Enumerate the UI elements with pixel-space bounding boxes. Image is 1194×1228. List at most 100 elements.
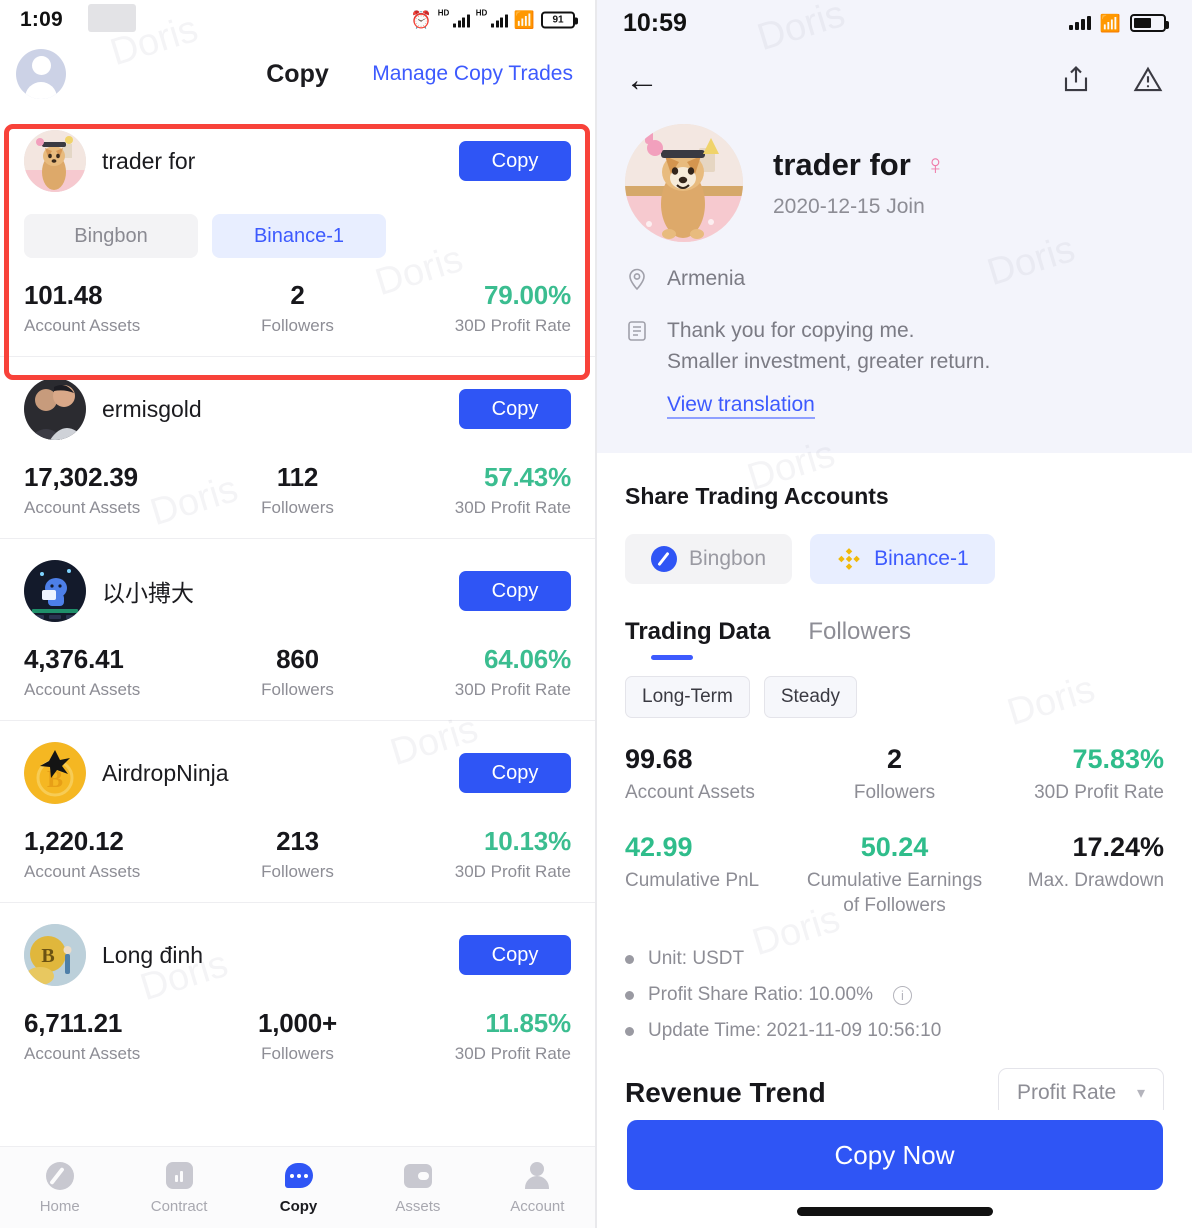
tab-assets[interactable]: Assets [358, 1161, 477, 1215]
chart-bars-icon [164, 1161, 194, 1191]
stat-followers: 1,000+ Followers [206, 1008, 388, 1064]
warning-triangle-icon[interactable] [1132, 64, 1164, 96]
account-chip-bingbon[interactable]: Bingbon [625, 534, 793, 585]
account-chips: Bingbon Binance-1 [24, 214, 571, 258]
stat-label: Followers [261, 498, 334, 517]
trader-avatar [24, 130, 86, 192]
metric-value: 99.68 [625, 744, 693, 775]
bullet-unit: Unit: USDT [625, 948, 1164, 970]
stat-label: 30D Profit Rate [454, 498, 571, 517]
profile-head: trader for ♀ 2020-12-15 Join [625, 124, 1164, 242]
revenue-trend-title: Revenue Trend [625, 1077, 826, 1109]
trader-stats: 4,376.41 Account Assets 860 Followers 64… [24, 644, 571, 700]
binance-logo-icon [836, 546, 862, 572]
tab-contract[interactable]: Contract [119, 1161, 238, 1215]
trader-avatar: B [24, 742, 86, 804]
battery-icon [1130, 14, 1169, 32]
trader-card[interactable]: B AirdropNinja Copy 1,220.12 Account Ass… [0, 720, 595, 902]
metric-label: Cumulative Earnings of Followers [806, 870, 983, 916]
info-bullets: Unit: USDT Profit Share Ratio: 10.00% i … [625, 948, 1164, 1042]
tab-followers[interactable]: Followers [808, 618, 911, 660]
account-chip-bingbon[interactable]: Bingbon [24, 214, 198, 258]
stat-value: 4,376.41 [24, 644, 124, 674]
trader-card[interactable]: trader for Copy Bingbon Binance-1 101.48… [0, 108, 595, 356]
dual-phone-screenshot: 1:09 ⏰ HD HD 📶 91 Copy Manage Copy Trade… [0, 0, 1194, 1228]
stat-label: Account Assets [24, 862, 141, 881]
profile-location-row: Armenia [625, 264, 1164, 294]
account-chip-label: Binance-1 [874, 547, 969, 571]
right-nav-bar: ← [597, 46, 1192, 114]
account-chip-binance[interactable]: Binance-1 [212, 214, 386, 258]
trader-name: 以小搏大 [102, 580, 194, 606]
svg-text:B: B [41, 945, 54, 967]
metric-value: 42.99 [625, 832, 693, 862]
bingbon-logo-icon [651, 546, 677, 573]
metric-label: Account Assets [625, 782, 755, 804]
trader-card[interactable]: B Long đinh Copy 6,711.21 Account Assets [0, 902, 595, 1084]
tag-long-term: Long-Term [625, 676, 750, 719]
bullet-text: Update Time: 2021-11-09 10:56:10 [648, 1020, 942, 1042]
stat-label: Account Assets [24, 680, 141, 699]
stat-value: 11.85% [485, 1008, 571, 1038]
trader-head: B Long đinh Copy [24, 924, 571, 986]
copy-now-button[interactable]: Copy Now [626, 1120, 1163, 1190]
wifi-icon: 📶 [1099, 13, 1121, 33]
couple-photo-icon [24, 378, 86, 440]
trader-head: B AirdropNinja Copy [24, 742, 571, 804]
stat-value: 6,711.21 [24, 1008, 123, 1038]
tab-label: Contract [150, 1197, 208, 1215]
trader-card[interactable]: ermisgold Copy 17,302.39 Account Assets … [0, 356, 595, 538]
bottom-cta-bar: Copy Now [597, 1110, 1192, 1228]
trader-head: ermisgold Copy [24, 378, 571, 440]
share-icon[interactable] [1060, 64, 1092, 96]
stat-value: 213 [276, 826, 319, 856]
profile-join-date: 2020-12-15 Join [773, 195, 925, 218]
trader-name: Long đinh [102, 941, 204, 968]
data-tabs: Trading Data Followers [625, 618, 1164, 661]
bullet-text: Unit: USDT [648, 948, 745, 970]
bullet-dot-icon [625, 990, 634, 1000]
copy-button[interactable]: Copy [459, 389, 571, 429]
metrics-row-1: 99.68 Account Assets 2 Followers 75.83% … [625, 744, 1164, 806]
status-time: 10:59 [623, 8, 687, 37]
home-icon [45, 1161, 75, 1191]
profile-bio-row: Thank you for copying me. Smaller invest… [625, 316, 1164, 377]
account-chip-binance[interactable]: Binance-1 [810, 534, 995, 585]
info-circle-icon[interactable]: i [892, 985, 912, 1005]
user-avatar-icon[interactable] [16, 49, 66, 99]
share-accounts-section: Share Trading Accounts Bingbon Binance-1 [597, 453, 1192, 1119]
stat-account-assets: 4,376.41 Account Assets [24, 644, 206, 700]
metric-value: 2 [886, 744, 903, 775]
trader-avatar [24, 378, 86, 440]
tab-home[interactable]: Home [0, 1161, 119, 1215]
profile-block: trader for ♀ 2020-12-15 Join Armenia Tha… [597, 114, 1192, 454]
crypto-mascot-photo-icon [24, 560, 86, 622]
tab-trading-data[interactable]: Trading Data [625, 618, 770, 661]
tab-account[interactable]: Account [478, 1161, 595, 1215]
profile-avatar[interactable] [625, 124, 743, 242]
trader-stats: 1,220.12 Account Assets 213 Followers 10… [24, 826, 571, 882]
trader-stats: 6,711.21 Account Assets 1,000+ Followers… [24, 1008, 571, 1064]
chevron-down-icon: ▾ [1136, 1085, 1145, 1103]
profile-bio-line1: Thank you for copying me. [667, 319, 915, 343]
copy-button[interactable]: Copy [459, 753, 571, 793]
manage-copy-trades-link[interactable]: Manage Copy Trades [372, 62, 573, 86]
trader-card[interactable]: 以小搏大 Copy 4,376.41 Account Assets 860 Fo… [0, 538, 595, 720]
person-icon [522, 1161, 552, 1191]
signal-bars-icon [1068, 16, 1091, 30]
tab-copy[interactable]: Copy [239, 1161, 358, 1215]
metric-label: 30D Profit Rate [1034, 782, 1165, 804]
stat-value: 17,302.39 [24, 462, 138, 492]
view-translation-link[interactable]: View translation [667, 393, 815, 420]
copy-button[interactable]: Copy [459, 571, 571, 611]
stat-label: Account Assets [24, 1044, 141, 1063]
trader-avatar [24, 560, 86, 622]
stat-label: 30D Profit Rate [454, 316, 571, 335]
back-arrow-icon[interactable]: ← [625, 63, 659, 97]
right-phone-screen: 10:59 📶 ← trader for ♀ 2020-12-15 Join A… [597, 0, 1192, 1228]
copy-button[interactable]: Copy [459, 141, 571, 181]
copy-button[interactable]: Copy [459, 935, 571, 975]
note-icon [625, 319, 649, 343]
right-status-bar: 10:59 📶 [597, 0, 1192, 46]
account-chip-label: Bingbon [689, 547, 767, 571]
